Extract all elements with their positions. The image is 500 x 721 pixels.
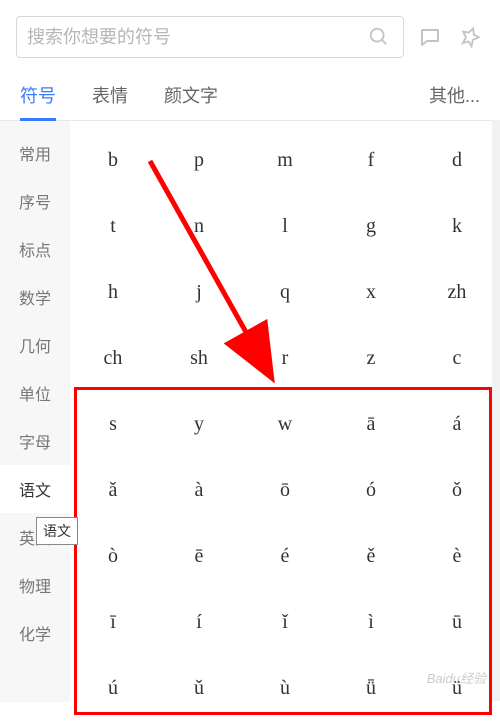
symbol-cell[interactable]: à <box>156 457 242 523</box>
sidebar-item-chemistry[interactable]: 化学 <box>0 609 70 657</box>
tab-emoji[interactable]: 表情 <box>92 76 128 120</box>
symbol-cell[interactable]: á <box>414 391 500 457</box>
symbol-cell[interactable]: í <box>156 589 242 655</box>
sidebar-item-chinese[interactable]: 语文 <box>0 465 70 513</box>
symbol-cell[interactable]: f <box>328 127 414 193</box>
symbol-cell[interactable]: g <box>328 193 414 259</box>
symbol-cell[interactable]: è <box>414 523 500 589</box>
symbol-cell[interactable]: x <box>328 259 414 325</box>
sidebar-item-unit[interactable]: 单位 <box>0 369 70 417</box>
symbol-cell[interactable]: b <box>70 127 156 193</box>
symbol-cell[interactable]: q <box>242 259 328 325</box>
pin-icon[interactable] <box>456 23 484 51</box>
symbol-cell[interactable]: d <box>414 127 500 193</box>
sidebar-item-math[interactable]: 数学 <box>0 273 70 321</box>
symbol-cell[interactable]: ǒ <box>414 457 500 523</box>
search-input[interactable] <box>27 27 365 48</box>
symbol-cell[interactable]: s <box>70 391 156 457</box>
symbol-cell[interactable]: y <box>156 391 242 457</box>
symbol-cell[interactable]: ě <box>328 523 414 589</box>
symbol-cell[interactable]: t <box>70 193 156 259</box>
symbol-cell[interactable]: ē <box>156 523 242 589</box>
tab-kaomoji[interactable]: 颜文字 <box>164 76 218 120</box>
scrollbar[interactable] <box>492 120 500 701</box>
sidebar-item-number[interactable]: 序号 <box>0 177 70 225</box>
symbol-cell[interactable]: p <box>156 127 242 193</box>
symbol-cell[interactable]: r <box>242 325 328 391</box>
sidebar-item-common[interactable]: 常用 <box>0 129 70 177</box>
symbol-cell[interactable]: ǐ <box>242 589 328 655</box>
symbol-cell[interactable]: z <box>328 325 414 391</box>
sidebar-item-punct[interactable]: 标点 <box>0 225 70 273</box>
symbol-cell[interactable]: ch <box>70 325 156 391</box>
symbol-cell[interactable]: k <box>414 193 500 259</box>
symbol-cell[interactable]: ù <box>242 655 328 721</box>
symbol-cell[interactable]: j <box>156 259 242 325</box>
symbol-cell[interactable]: ǔ <box>156 655 242 721</box>
symbol-cell[interactable]: zh <box>414 259 500 325</box>
symbol-cell[interactable]: ī <box>70 589 156 655</box>
symbol-cell[interactable]: l <box>242 193 328 259</box>
symbol-cell[interactable]: ó <box>328 457 414 523</box>
symbol-cell[interactable]: ì <box>328 589 414 655</box>
symbol-cell[interactable]: ā <box>328 391 414 457</box>
tabs: 符号 表情 颜文字 其他... <box>0 66 500 121</box>
symbol-cell[interactable]: ò <box>70 523 156 589</box>
chat-icon[interactable] <box>416 23 444 51</box>
tooltip: 语文 <box>36 517 78 545</box>
symbol-cell[interactable]: ǖ <box>328 655 414 721</box>
symbol-cell[interactable]: n <box>156 193 242 259</box>
sidebar-item-letter[interactable]: 字母 <box>0 417 70 465</box>
symbol-cell[interactable]: w <box>242 391 328 457</box>
sidebar: 常用 序号 标点 数学 几何 单位 字母 语文 英文 物理 化学 语文 <box>0 121 70 702</box>
search-box[interactable] <box>16 16 404 58</box>
symbol-cell[interactable]: c <box>414 325 500 391</box>
sidebar-item-physics[interactable]: 物理 <box>0 561 70 609</box>
symbol-cell[interactable]: ǎ <box>70 457 156 523</box>
symbol-cell[interactable]: m <box>242 127 328 193</box>
symbol-cell[interactable]: é <box>242 523 328 589</box>
tab-symbols[interactable]: 符号 <box>20 76 56 120</box>
symbol-grid: bpmfd tnlgk hjqxzh chshrzc sywāá ǎàōóǒ òēéěè īí… <box>70 121 500 702</box>
symbol-cell[interactable]: h <box>70 259 156 325</box>
symbol-cell[interactable]: ō <box>242 457 328 523</box>
search-icon[interactable] <box>365 23 393 51</box>
symbol-cell[interactable]: ü <box>414 655 500 721</box>
symbol-cell[interactable]: sh <box>156 325 242 391</box>
symbol-cell[interactable]: ū <box>414 589 500 655</box>
tab-other[interactable]: 其他... <box>429 76 480 120</box>
sidebar-item-geom[interactable]: 几何 <box>0 321 70 369</box>
symbol-cell[interactable]: ú <box>70 655 156 721</box>
